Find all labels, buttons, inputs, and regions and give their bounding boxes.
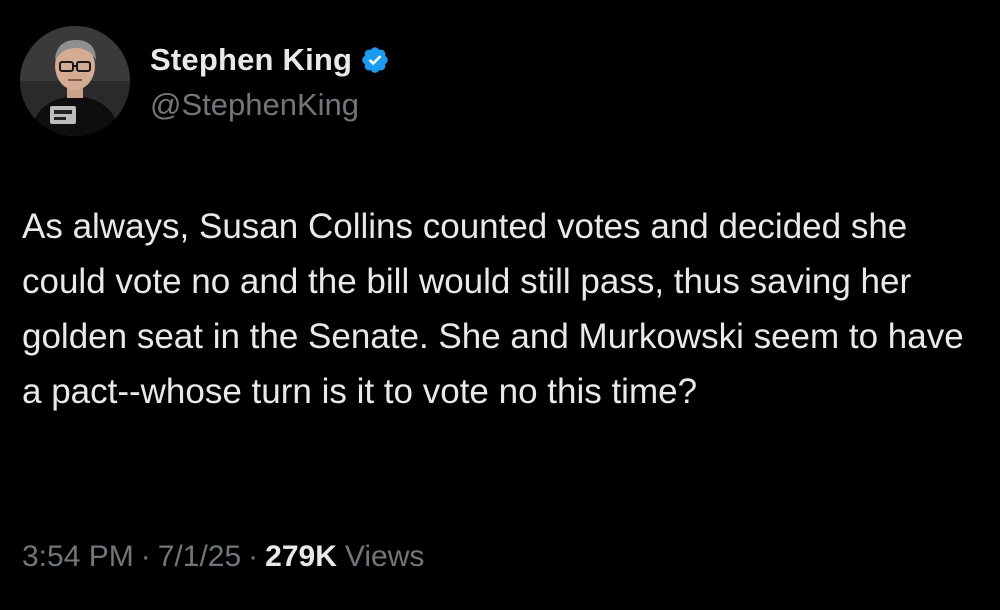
tweet-card: Stephen King @StephenKing As always, Sus… bbox=[0, 0, 1000, 610]
meta-separator: · bbox=[140, 540, 151, 573]
author-display-name[interactable]: Stephen King bbox=[150, 42, 352, 78]
author-name-row: Stephen King bbox=[150, 40, 390, 80]
views-count[interactable]: 279K bbox=[265, 540, 337, 574]
tweet-text: As always, Susan Collins counted votes a… bbox=[22, 207, 974, 411]
views-label[interactable]: Views bbox=[337, 540, 424, 574]
author-handle[interactable]: @StephenKing bbox=[150, 87, 359, 123]
author-avatar[interactable] bbox=[20, 26, 130, 136]
avatar-photo bbox=[20, 26, 130, 136]
tweet-metadata: 3:54 PM · 7/1/25 · 279K Views bbox=[22, 540, 424, 574]
verified-badge-icon[interactable] bbox=[360, 45, 390, 75]
tweet-time[interactable]: 3:54 PM bbox=[22, 540, 134, 574]
meta-separator: · bbox=[248, 540, 259, 573]
tweet-date[interactable]: 7/1/25 bbox=[158, 540, 241, 574]
